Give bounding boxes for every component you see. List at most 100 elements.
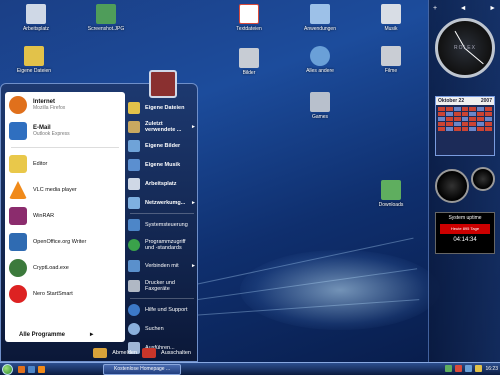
recent-label: Nero StartSmart <box>33 291 73 297</box>
shutdown-button[interactable]: Ausschalten <box>161 350 191 356</box>
place-label: Eigene Bilder <box>145 142 181 149</box>
recent-openoffice-writer[interactable]: OpenOffice.org Writer <box>5 229 125 255</box>
submenu-arrow-icon: ► <box>191 199 196 206</box>
taskbar-button-homepage[interactable]: Kostenlose Homepage ... <box>103 364 181 375</box>
outlook-express-icon <box>9 122 27 140</box>
submenu-arrow-icon: ► <box>191 123 196 130</box>
logoff-button[interactable]: Abmelden <box>112 350 137 356</box>
desktop-icon-label: Textdateien <box>236 26 262 32</box>
place-verbinden-mit[interactable]: Verbinden mit ► <box>128 256 196 275</box>
tray-network-icon[interactable] <box>445 365 453 372</box>
desktop-icon-musik[interactable]: Musik <box>363 4 419 32</box>
quicklaunch-desktop-icon[interactable] <box>28 366 35 373</box>
computer-icon <box>26 4 46 24</box>
place-zuletzt-verwendete[interactable]: Zuletzt verwendete ... ► <box>128 117 196 136</box>
start-button[interactable] <box>2 364 13 375</box>
sidebar-toolbar: + ◄ ► <box>433 3 496 13</box>
program-defaults-icon <box>128 239 140 251</box>
uptime-bar: Heute 895 Tage <box>440 224 490 234</box>
place-systemsteuerung[interactable]: Systemsteuerung <box>128 215 196 234</box>
cpu-meter-gadget[interactable] <box>433 165 497 205</box>
pinned-internet[interactable]: Internet Mozilla Firefox <box>5 92 125 118</box>
calendar-grid <box>436 105 494 133</box>
recent-cryptload[interactable]: CryptLoad.exe <box>5 255 125 281</box>
all-programs-label: Alle Programme <box>19 332 66 338</box>
previous-icon[interactable]: ◄ <box>460 5 467 12</box>
user-picture[interactable] <box>149 70 177 98</box>
place-arbeitsplatz[interactable]: Arbeitsplatz <box>128 174 196 193</box>
place-suchen[interactable]: Suchen <box>128 319 196 338</box>
add-gadget-icon[interactable]: + <box>433 5 437 12</box>
uptime-gadget[interactable]: System uptime Heute 895 Tage 04:14:34 <box>435 212 495 254</box>
quicklaunch-firefox-icon[interactable] <box>18 366 25 373</box>
next-icon[interactable]: ► <box>489 5 496 12</box>
network-icon <box>128 196 140 209</box>
desktop-icon-label: Eigene Dateien <box>16 68 52 74</box>
desktop-icon-label: Alles andere <box>306 68 334 74</box>
desktop-icon-screenshot[interactable]: Screenshot.JPG <box>78 4 134 32</box>
desktop-icon-filme[interactable]: Filme <box>363 46 419 74</box>
clock-gadget[interactable]: ROLEX <box>435 18 495 78</box>
taskbar: Kostenlose Homepage ... 16:23 <box>0 362 500 375</box>
divider <box>130 298 194 299</box>
place-netzwerkumgebung[interactable]: Netzwerkumg... ► <box>128 193 196 212</box>
desktop-icon-label: Games <box>311 114 329 120</box>
application-icon <box>310 4 330 24</box>
system-tray: 16:23 <box>445 365 498 372</box>
desktop-icon-label: Screenshot.JPG <box>87 26 125 32</box>
vlc-icon <box>9 181 27 199</box>
power-controls: Abmelden Ausschalten <box>93 348 191 358</box>
connect-icon <box>128 259 140 272</box>
all-programs-button[interactable]: Alle Programme ► <box>19 332 95 338</box>
recent-winrar[interactable]: WinRAR <box>5 203 125 229</box>
place-label: Suchen <box>145 325 164 332</box>
quicklaunch-vlc-icon[interactable] <box>38 366 45 373</box>
image-file-icon <box>96 4 116 24</box>
recent-nero-startsmart[interactable]: Nero StartSmart <box>5 281 125 307</box>
desktop-icon-games[interactable]: Games <box>292 92 348 120</box>
calendar-year: 2007 <box>480 98 492 104</box>
tray-volume-icon[interactable] <box>465 365 473 372</box>
music-icon <box>128 158 140 171</box>
tray-update-icon[interactable] <box>475 365 483 372</box>
desktop-icon-arbeitsplatz[interactable]: Arbeitsplatz <box>8 4 64 32</box>
recent-vlc[interactable]: VLC media player <box>5 177 125 203</box>
control-panel-icon <box>128 218 140 231</box>
recent-editor[interactable]: Editor <box>5 151 125 177</box>
shutdown-icon[interactable] <box>142 348 157 358</box>
place-eigene-musik[interactable]: Eigene Musik <box>128 155 196 174</box>
place-eigene-bilder[interactable]: Eigene Bilder <box>128 136 196 155</box>
clock-brand: ROLEX <box>454 45 476 51</box>
calendar-gadget[interactable]: Oktober 22 2007 <box>435 96 495 156</box>
search-icon <box>128 322 140 335</box>
pinned-subtitle: Mozilla Firefox <box>33 105 66 111</box>
place-hilfe-support[interactable]: Hilfe und Support <box>128 300 196 319</box>
desktop-icon-downloads[interactable]: Downloads <box>363 180 419 208</box>
desktop-icon-label: Anwendungen <box>304 26 336 32</box>
pinned-email[interactable]: E-Mail Outlook Express <box>5 118 125 144</box>
arrow-right-icon: ► <box>88 332 95 338</box>
place-drucker-faxgeraete[interactable]: Drucker und Faxgeräte <box>128 275 196 297</box>
place-eigene-dateien[interactable]: Eigene Dateien <box>128 98 196 117</box>
desktop-icon-alles-andere[interactable]: Alles andere <box>292 46 348 74</box>
calendar-month: Oktober 22 <box>438 98 465 104</box>
desktop-icon-eigene-dateien[interactable]: Eigene Dateien <box>6 46 62 74</box>
divider <box>130 213 194 214</box>
desktop-icon-bilder[interactable]: Bilder <box>221 48 277 76</box>
tray-antivirus-icon[interactable] <box>455 365 463 372</box>
film-icon <box>381 46 401 66</box>
desktop-icon-textdateien[interactable]: Textdateien <box>221 4 277 32</box>
desktop-icon-label: Arbeitsplatz <box>22 26 50 32</box>
place-programmzugriff[interactable]: Programmzugriff und -standards <box>128 234 196 256</box>
logoff-icon[interactable] <box>93 348 108 358</box>
text-document-icon <box>239 4 259 24</box>
cpu-gauge-icon <box>435 169 469 203</box>
submenu-arrow-icon: ► <box>191 262 196 269</box>
tray-clock[interactable]: 16:23 <box>485 366 498 372</box>
sidebar: + ◄ ► ROLEX Oktober 22 2007 System uptim… <box>428 0 500 362</box>
place-label: Programmzugriff und -standards <box>145 239 186 251</box>
help-icon <box>128 303 140 316</box>
desktop-icon-anwendungen[interactable]: Anwendungen <box>292 4 348 32</box>
firefox-icon <box>9 96 27 114</box>
place-label: Arbeitsplatz <box>145 180 177 187</box>
